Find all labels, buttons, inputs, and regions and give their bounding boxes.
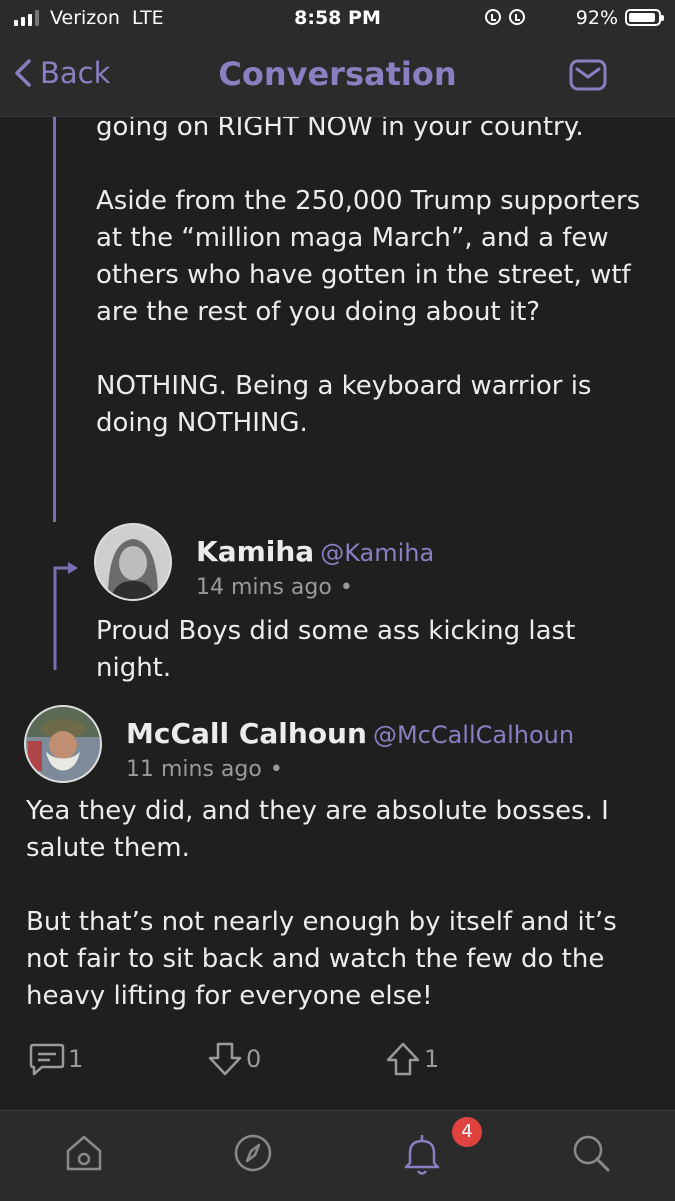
tab-search[interactable]	[569, 1131, 613, 1179]
post-time: 14 mins ago •	[196, 575, 353, 600]
author-handle[interactable]: @Kamiha	[320, 539, 434, 567]
tab-bar: 4	[0, 1110, 675, 1201]
reply-text: Yea they did, and they are absolute boss…	[26, 793, 666, 1052]
separator-dot: •	[269, 757, 283, 782]
downvote-count: 0	[246, 1045, 262, 1073]
reply-arrow-icon	[53, 562, 78, 670]
parent-paragraph: Aside from the 250,000 Trump supporters …	[96, 186, 641, 327]
avatar-mccall-calhoun[interactable]	[24, 705, 102, 783]
author-display-name: Kamiha	[196, 535, 315, 568]
upvote-count: 1	[424, 1045, 440, 1073]
time-text: 11 mins ago	[126, 757, 262, 782]
tab-home[interactable]	[62, 1131, 106, 1179]
downvote-button[interactable]: 0	[206, 1041, 261, 1077]
parent-paragraph: going on RIGHT NOW in your country.	[96, 117, 584, 142]
mccall-avatar-image	[26, 707, 100, 781]
navigation-bar: Back Conversation	[0, 40, 675, 117]
upvote-button[interactable]: 1	[384, 1041, 439, 1077]
bell-icon	[404, 1135, 440, 1175]
post-actions: 1 0 1	[24, 1041, 644, 1081]
alarm-icon	[509, 9, 525, 25]
conversation-thread[interactable]: going on RIGHT NOW in your country. Asid…	[0, 117, 675, 1107]
separator-dot: •	[339, 575, 353, 600]
compass-icon	[234, 1134, 272, 1172]
battery-icon	[625, 9, 664, 26]
mail-button[interactable]	[569, 58, 607, 96]
arrow-up-icon	[386, 1042, 420, 1076]
home-icon	[66, 1135, 102, 1171]
comment-count: 1	[68, 1045, 84, 1073]
battery-percent: 92%	[575, 7, 618, 29]
tab-explore[interactable]	[231, 1131, 275, 1179]
orientation-lock-icon	[485, 9, 501, 25]
time-text: 14 mins ago	[196, 575, 332, 600]
arrow-down-icon	[208, 1042, 242, 1076]
avatar-kamiha[interactable]	[94, 523, 172, 601]
author-name[interactable]: McCall Calhoun @McCallCalhoun	[126, 717, 574, 750]
parent-post-text: going on RIGHT NOW in your country. Asid…	[96, 117, 666, 479]
author-handle[interactable]: @McCallCalhoun	[373, 721, 574, 749]
comment-icon	[29, 1043, 65, 1076]
author-display-name: McCall Calhoun	[126, 717, 367, 750]
search-icon	[573, 1135, 610, 1172]
post-time: 11 mins ago •	[126, 757, 283, 782]
author-name[interactable]: Kamiha @Kamiha	[196, 535, 434, 568]
kamiha-avatar-image	[96, 525, 170, 599]
thread-line	[53, 117, 56, 522]
notification-badge: 4	[452, 1117, 482, 1147]
status-bar: Verizon LTE 8:58 PM 92%	[0, 0, 675, 40]
reply-text: Proud Boys did some ass kicking last nig…	[96, 616, 576, 683]
reply-paragraph: But that’s not nearly enough by itself a…	[26, 907, 617, 1011]
tab-notifications[interactable]	[400, 1131, 444, 1181]
mail-icon	[569, 59, 607, 91]
comment-button[interactable]: 1	[28, 1041, 83, 1077]
parent-paragraph: NOTHING. Being a keyboard warrior is doi…	[96, 371, 592, 438]
status-time: 8:58 PM	[294, 7, 381, 29]
reply-paragraph: Yea they did, and they are absolute boss…	[26, 796, 609, 863]
